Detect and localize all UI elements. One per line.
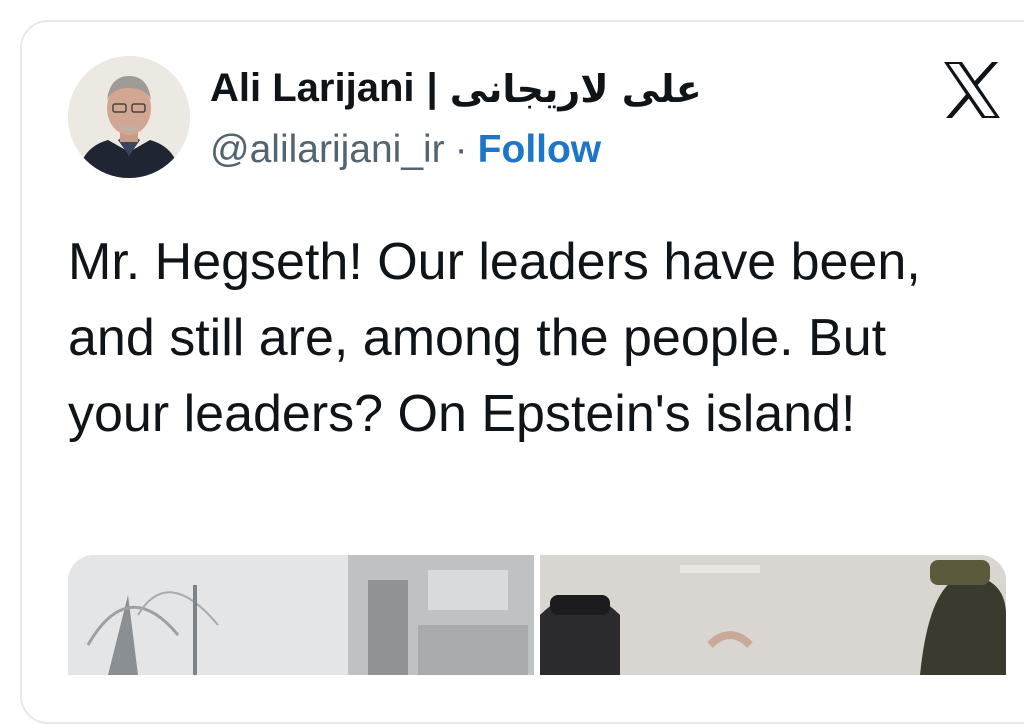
name-separator: | — [426, 66, 438, 110]
follow-button[interactable]: Follow — [478, 128, 601, 172]
street-photo — [68, 555, 534, 675]
author-name-persian[interactable]: علی لاریجانی — [450, 67, 702, 111]
author-name[interactable]: Ali Larijani — [210, 66, 415, 111]
author-handle[interactable]: @alilarijani_ir — [210, 128, 445, 172]
dot-separator: · — [454, 128, 468, 171]
media-image-left[interactable] — [68, 555, 534, 675]
avatar[interactable] — [68, 56, 190, 178]
tweet-text: Mr. Hegseth! Our leaders have been, and … — [68, 233, 921, 443]
people-photo — [540, 555, 1006, 675]
avatar-image — [68, 56, 190, 178]
author-name-row[interactable]: Ali Larijani | علی لاریجانی — [210, 66, 702, 111]
media-image-right[interactable] — [540, 555, 1006, 675]
handle-row: @alilarijani_ir · Follow — [210, 128, 601, 172]
x-logo-icon[interactable] — [940, 58, 1004, 122]
